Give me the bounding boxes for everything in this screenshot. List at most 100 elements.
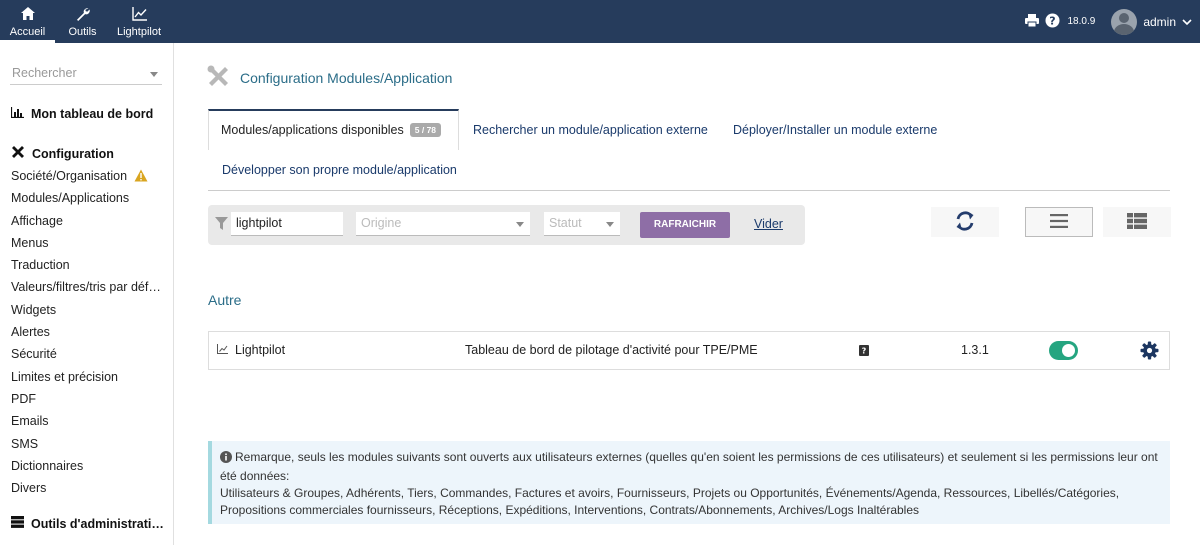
search-value: lightpilot xyxy=(236,216,282,230)
origin-select[interactable]: Origine xyxy=(356,212,530,236)
tab-available-modules[interactable]: Modules/applications disponibles 5 / 78 xyxy=(208,109,459,150)
tab-label: Rechercher un module/application externe xyxy=(473,123,708,137)
module-row: Lightpilot Tableau de bord de pilotage d… xyxy=(208,331,1170,370)
module-name[interactable]: Lightpilot xyxy=(217,343,285,357)
caret-down-icon xyxy=(150,72,158,77)
tab-bar: Modules/applications disponibles 5 / 78 R… xyxy=(208,109,1170,191)
clear-filter-link[interactable]: Vider xyxy=(754,217,783,231)
origin-placeholder: Origine xyxy=(361,216,402,230)
table-grid-icon xyxy=(1127,212,1147,232)
sidebar-dashboard[interactable]: Mon tableau de bord xyxy=(10,107,154,121)
sidebar-item-label: Alertes xyxy=(11,325,50,340)
module-version: 1.3.1 xyxy=(961,343,989,357)
info-notice: Remarque, seuls les modules suivants son… xyxy=(208,441,1170,524)
tools-icon xyxy=(207,65,230,91)
sidebar-item-societe[interactable]: Société/Organisation xyxy=(11,167,161,189)
sync-icon xyxy=(954,210,976,235)
tab-develop-module[interactable]: Développer son propre module/application xyxy=(222,163,457,177)
svg-text:?: ? xyxy=(862,347,867,356)
warning-icon xyxy=(134,169,148,187)
grid-view-button[interactable] xyxy=(1103,207,1171,237)
sidebar-dashboard-label: Mon tableau de bord xyxy=(31,107,154,121)
server-icon xyxy=(11,516,24,531)
tab-deploy-module[interactable]: Déployer/Installer un module externe xyxy=(733,123,937,137)
gear-icon[interactable] xyxy=(1140,341,1159,363)
tab-label: Développer son propre module/application xyxy=(222,163,457,177)
help-icon[interactable]: ? xyxy=(1045,13,1060,31)
main-content: Configuration Modules/Application Module… xyxy=(175,43,1200,545)
top-bar: Accueil Outils Lightpilot ? 18.0.9 admin xyxy=(0,0,1200,43)
sidebar-item-label: Modules/Applications xyxy=(11,191,130,206)
sidebar-item-widgets[interactable]: Widgets xyxy=(11,301,161,323)
svg-text:?: ? xyxy=(1049,14,1055,27)
sidebar-item-divers[interactable]: Divers xyxy=(11,479,161,501)
notice-line-1: Remarque, seuls les modules suivants son… xyxy=(220,449,1162,485)
sidebar-item-label: Widgets xyxy=(11,302,57,317)
sidebar-admin-tools-label: Outils d'administrati… xyxy=(31,516,164,531)
list-icon xyxy=(1050,213,1068,231)
line-chart-icon xyxy=(115,7,163,24)
module-description: Tableau de bord de pilotage d'activité p… xyxy=(465,343,758,357)
module-search-input[interactable]: lightpilot xyxy=(231,212,343,236)
sidebar-item-limites[interactable]: Limites et précision xyxy=(11,368,161,390)
list-view-button[interactable] xyxy=(1025,207,1093,237)
sidebar-configuration-label: Configuration xyxy=(32,146,114,161)
sidebar-item-label: Dictionnaires xyxy=(11,458,84,473)
sidebar-item-label: Traduction xyxy=(11,258,70,273)
caret-down-icon xyxy=(606,222,614,227)
sidebar-item-menus[interactable]: Menus xyxy=(11,234,161,256)
version-label: 18.0.9 xyxy=(1067,16,1096,27)
top-right-tools: ? 18.0.9 admin xyxy=(1024,0,1193,43)
sidebar-item-emails[interactable]: Emails xyxy=(11,412,161,434)
topnav-lightpilot[interactable]: Lightpilot xyxy=(110,0,168,43)
reload-button[interactable] xyxy=(931,207,999,237)
sidebar-configuration[interactable]: Configuration xyxy=(11,145,114,162)
wrench-icon xyxy=(60,7,105,24)
caret-down-icon xyxy=(516,222,524,227)
sidebar-item-securite[interactable]: Sécurité xyxy=(11,345,161,367)
home-icon xyxy=(5,7,50,24)
page-title-text: Configuration Modules/Application xyxy=(240,70,453,86)
sidebar-item-label: Menus xyxy=(11,235,49,250)
sidebar-item-sms[interactable]: SMS xyxy=(11,435,161,457)
notice-text-2: Utilisateurs & Groupes, Adhérents, Tiers… xyxy=(220,486,1120,517)
topnav-label: Accueil xyxy=(9,26,46,38)
section-title: Autre xyxy=(208,292,242,308)
module-enable-toggle[interactable] xyxy=(1049,341,1078,360)
chevron-down-icon[interactable] xyxy=(1182,15,1192,29)
help-icon[interactable]: ? xyxy=(859,344,869,359)
count-badge: 5 / 78 xyxy=(409,123,442,137)
sidebar-menu: Société/Organisation Modules/Application… xyxy=(11,167,161,501)
topnav-accueil[interactable]: Accueil xyxy=(0,0,55,43)
avatar[interactable] xyxy=(1111,8,1138,35)
topnav-outils[interactable]: Outils xyxy=(55,0,110,43)
sidebar-item-dictionnaires[interactable]: Dictionnaires xyxy=(11,457,161,479)
top-nav: Accueil Outils Lightpilot xyxy=(0,0,168,43)
line-chart-icon xyxy=(217,343,228,357)
sidebar-item-modules[interactable]: Modules/Applications xyxy=(11,189,161,211)
page-title: Configuration Modules/Application xyxy=(207,65,452,91)
filter-icon xyxy=(215,217,228,233)
status-select[interactable]: Statut xyxy=(544,212,620,236)
sidebar-item-label: Affichage xyxy=(11,213,63,228)
info-icon xyxy=(220,451,232,468)
sidebar-item-label: Emails xyxy=(11,414,49,429)
topnav-label: Outils xyxy=(68,26,97,38)
sidebar-item-traduction[interactable]: Traduction xyxy=(11,256,161,278)
status-placeholder: Statut xyxy=(549,216,582,230)
sidebar-admin-tools[interactable]: Outils d'administrati… xyxy=(11,516,164,531)
sidebar: Rechercher Mon tableau de bord Configura… xyxy=(0,43,174,545)
sidebar-item-alertes[interactable]: Alertes xyxy=(11,323,161,345)
sidebar-item-label: Société/Organisation xyxy=(11,169,128,183)
sidebar-item-label: Valeurs/filtres/tris par déf… xyxy=(11,280,161,295)
sidebar-item-affichage[interactable]: Affichage xyxy=(11,212,161,234)
user-name[interactable]: admin xyxy=(1143,15,1176,29)
tab-search-external[interactable]: Rechercher un module/application externe xyxy=(473,123,708,137)
sidebar-item-label: PDF xyxy=(11,391,36,406)
sidebar-item-label: Divers xyxy=(11,481,47,496)
sidebar-search-select[interactable]: Rechercher xyxy=(10,63,162,85)
refresh-button[interactable]: RAFRAICHIR xyxy=(640,212,730,238)
sidebar-item-valeurs[interactable]: Valeurs/filtres/tris par déf… xyxy=(11,278,161,300)
sidebar-item-pdf[interactable]: PDF xyxy=(11,390,161,412)
print-icon[interactable] xyxy=(1024,13,1039,30)
